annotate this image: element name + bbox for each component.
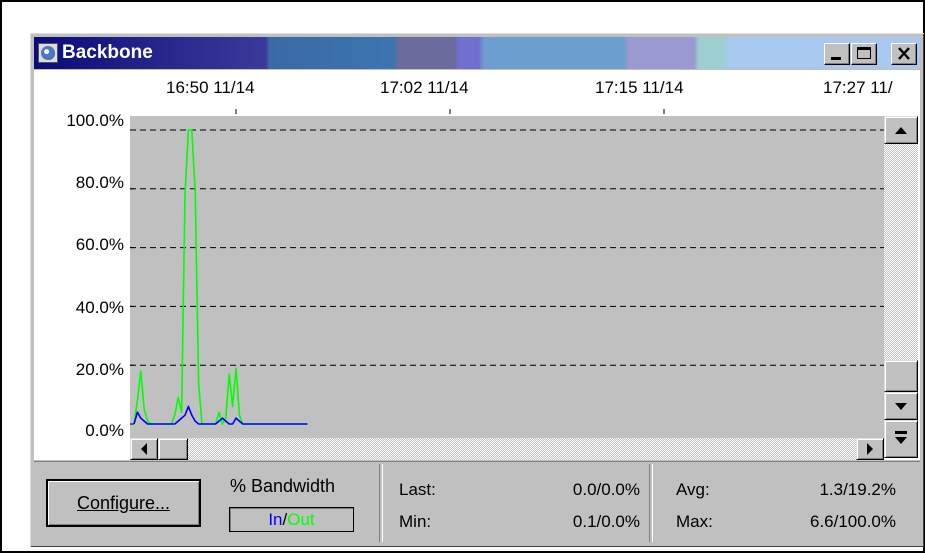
y-axis-label: 0.0% [85, 421, 124, 440]
min-value: 0.1/0.0% [572, 512, 640, 531]
arrow-up-icon [895, 127, 907, 134]
horizontal-scroll-thumb[interactable] [158, 438, 188, 460]
divider [649, 464, 653, 542]
y-axis-label: 60.0% [75, 235, 124, 254]
close-icon [898, 47, 910, 60]
close-button[interactable] [891, 43, 917, 65]
divider [379, 464, 383, 542]
avg-label: Avg: [676, 480, 710, 499]
minimize-icon [831, 57, 841, 60]
min-label: Min: [399, 512, 432, 531]
legend-out: Out [287, 510, 315, 529]
time-axis: 16:50 11/14 17:02 11/14 17:15 11/14 17:2… [34, 70, 920, 117]
series-line-in [133, 405, 308, 425]
arrow-down-icon [895, 403, 907, 410]
last-label: Last: [399, 480, 436, 499]
arrow-left-icon [141, 443, 147, 455]
arrow-down-end-icon [895, 431, 907, 444]
y-axis-label: 100.0% [66, 111, 124, 130]
gauge-icon[interactable] [38, 43, 58, 63]
title-bar[interactable]: Backbone [34, 37, 920, 69]
time-axis-ticks [235, 109, 665, 114]
last-value: 0.0/0.0% [572, 480, 640, 499]
status-bar: Configure... % Bandwidth In/Out Last: 0.… [34, 461, 920, 544]
maximize-icon [857, 47, 871, 59]
bandwidth-chart [130, 129, 884, 425]
vertical-scroll-thumb[interactable] [884, 360, 918, 392]
minimize-button[interactable] [824, 43, 850, 65]
scroll-to-end-button[interactable] [884, 420, 918, 458]
legend-in: In [268, 510, 283, 529]
y-axis-label: 20.0% [75, 360, 124, 379]
configure-label: Configure... [76, 492, 171, 513]
avg-value: 1.3/19.2% [819, 480, 896, 499]
y-axis-label: 80.0% [75, 173, 124, 192]
screenshot-frame: Backbone 16:50 11/14 17:02 11/14 17:15 1… [0, 0, 925, 553]
scroll-right-button[interactable] [856, 438, 884, 460]
backbone-window: Backbone 16:50 11/14 17:02 11/14 17:15 1… [30, 33, 924, 547]
configure-button[interactable]: Configure... [46, 479, 201, 527]
horizontal-scrollbar[interactable] [130, 438, 884, 460]
y-axis-label: 40.0% [75, 298, 124, 317]
bandwidth-label: % Bandwidth [230, 476, 336, 496]
maximize-button[interactable] [851, 43, 877, 65]
window-title: Backbone [62, 42, 153, 63]
in-out-legend: In/Out [229, 507, 354, 532]
scroll-left-button[interactable] [130, 438, 158, 460]
scroll-down-button[interactable] [884, 392, 918, 420]
series-line-out [133, 129, 308, 425]
scroll-up-button[interactable] [884, 116, 918, 144]
chart-area: 16:50 11/14 17:02 11/14 17:15 11/14 17:2… [34, 70, 920, 460]
arrow-right-icon [867, 443, 873, 455]
max-value: 6.6/100.0% [809, 512, 896, 531]
max-label: Max: [676, 512, 713, 531]
plot-area [130, 116, 884, 438]
vertical-scrollbar[interactable] [884, 116, 918, 459]
